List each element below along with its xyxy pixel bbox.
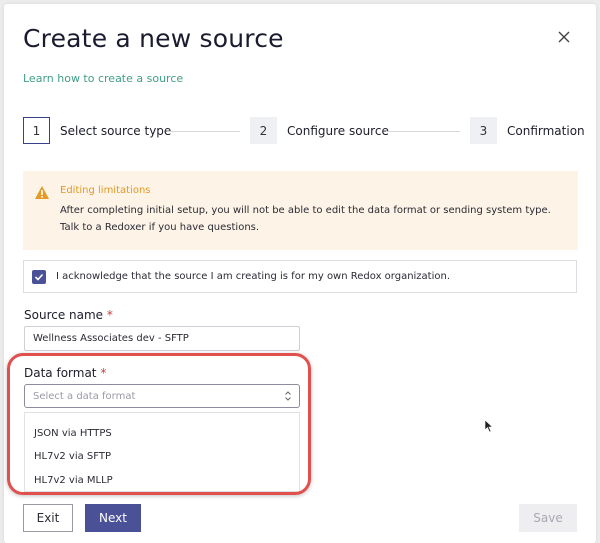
- save-button[interactable]: Save: [519, 504, 577, 532]
- learn-link[interactable]: Learn how to create a source: [23, 72, 183, 85]
- check-icon: [34, 273, 44, 281]
- warning-title: Editing limitations: [60, 185, 151, 196]
- step-1-number: 1: [23, 117, 50, 144]
- data-format-placeholder: Select a data format: [33, 391, 136, 402]
- step-3-number: 3: [470, 117, 497, 144]
- warning-text: After completing initial setup, you will…: [60, 205, 551, 233]
- acknowledge-row[interactable]: I acknowledge that the source I am creat…: [23, 260, 577, 293]
- warning-triangle-icon: [35, 186, 49, 199]
- data-format-dropdown: JSON via HTTPS HL7v2 via SFTP HL7v2 via …: [24, 412, 300, 492]
- option-hl7v2-sftp[interactable]: HL7v2 via SFTP: [34, 451, 111, 462]
- modal-title: Create a new source: [23, 24, 284, 53]
- required-mark: *: [106, 308, 113, 322]
- data-format-select[interactable]: Select a data format: [24, 384, 300, 408]
- acknowledge-text: I acknowledge that the source I am creat…: [56, 271, 451, 282]
- source-name-label-text: Source name: [24, 308, 104, 322]
- close-icon[interactable]: [555, 28, 573, 46]
- step-1-label: Select source type: [60, 124, 172, 138]
- mouse-cursor-icon: [484, 419, 494, 433]
- option-json-https[interactable]: JSON via HTTPS: [34, 428, 112, 439]
- create-source-modal: Create a new source Learn how to create …: [4, 4, 596, 543]
- source-name-input[interactable]: Wellness Associates dev - SFTP: [24, 326, 300, 351]
- source-name-label: Source name *: [24, 308, 113, 322]
- required-mark: *: [100, 366, 107, 380]
- step-2-label: Configure source: [287, 124, 389, 138]
- step-3-label: Confirmation: [507, 124, 585, 138]
- data-format-label-text: Data format: [24, 366, 97, 380]
- step-connector: [386, 131, 460, 132]
- step-2-number: 2: [250, 117, 277, 144]
- warning-banner: Editing limitations After completing ini…: [23, 171, 578, 250]
- next-button[interactable]: Next: [85, 504, 141, 532]
- exit-button[interactable]: Exit: [23, 504, 73, 532]
- step-connector: [167, 131, 240, 132]
- data-format-label: Data format *: [24, 366, 106, 380]
- option-hl7v2-mllp[interactable]: HL7v2 via MLLP: [34, 475, 113, 486]
- acknowledge-checkbox[interactable]: [32, 270, 46, 284]
- chevron-up-down-icon: [285, 391, 291, 401]
